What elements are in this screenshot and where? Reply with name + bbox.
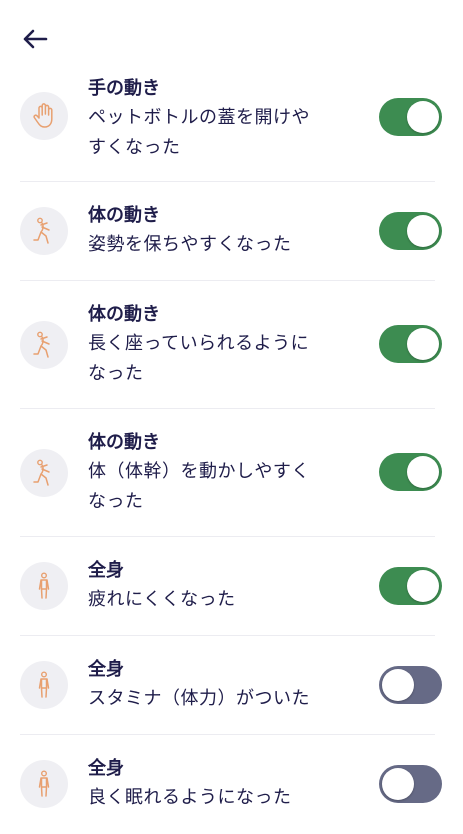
item-category: 手の動き [88,78,160,99]
item-category: 体の動き [88,304,160,325]
item-category: 全身 [88,560,124,581]
toggle-knob [382,669,414,701]
back-button[interactable] [20,26,50,52]
item-description: なった [88,363,144,384]
list-item: 体の動き 姿勢を保ちやすくなった [20,182,442,281]
list-item: 全身 良く眠れるようになった [20,735,442,834]
item-description: 長く座っていられるように [88,333,310,354]
item-category: 体の動き [88,205,160,226]
list-item: 全身 疲れにくくなった [20,537,442,636]
standing-person-icon [20,760,68,808]
toggle-knob [407,328,439,360]
hand-icon [20,92,68,140]
stretching-person-icon [20,449,68,497]
toggle-switch[interactable] [379,453,442,491]
toggle-switch[interactable] [379,666,442,704]
item-description: ペットボトルの蓋を開けや [88,107,310,128]
toggle-switch[interactable] [379,765,442,803]
item-description: 体（体幹）を動かしやすく [88,461,310,482]
toggle-knob [407,101,439,133]
item-category: 体の動き [88,432,160,453]
item-category: 全身 [88,758,124,779]
list-item: 体の動き 体（体幹）を動かしやすく なった [20,409,442,537]
toggle-knob [407,570,439,602]
item-description: すくなった [88,137,181,158]
item-texts: 全身 良く眠れるようになった [88,755,360,813]
item-texts: 全身 疲れにくくなった [88,557,360,615]
item-texts: 全身 スタミナ（体力）がついた [88,656,360,714]
standing-person-icon [20,562,68,610]
item-description: なった [88,491,144,512]
toggle-switch[interactable] [379,212,442,250]
toggle-switch[interactable] [379,98,442,136]
list-item: 体の動き 長く座っていられるように なった [20,281,442,409]
improvement-list: 手の動き ペットボトルの蓋を開けや すくなった 体の動き 姿勢を保ちやすくなった [0,70,463,834]
list-item: 手の動き ペットボトルの蓋を開けや すくなった [20,70,442,182]
item-description: 姿勢を保ちやすくなった [88,234,292,255]
toggle-switch[interactable] [379,325,442,363]
toggle-knob [382,768,414,800]
toggle-switch[interactable] [379,567,442,605]
item-description: スタミナ（体力）がついた [88,688,310,709]
item-description: 良く眠れるようになった [88,787,292,808]
stretching-person-icon [20,321,68,369]
item-texts: 体の動き 体（体幹）を動かしやすく なった [88,429,360,517]
standing-person-icon [20,661,68,709]
item-texts: 体の動き 長く座っていられるように なった [88,301,360,389]
arrow-left-icon [23,29,48,49]
toggle-knob [407,456,439,488]
list-item: 全身 スタミナ（体力）がついた [20,636,442,735]
stretching-person-icon [20,207,68,255]
item-category: 全身 [88,659,124,680]
toggle-knob [407,215,439,247]
item-texts: 体の動き 姿勢を保ちやすくなった [88,202,360,260]
item-description: 疲れにくくなった [88,589,236,610]
item-texts: 手の動き ペットボトルの蓋を開けや すくなった [88,75,360,163]
